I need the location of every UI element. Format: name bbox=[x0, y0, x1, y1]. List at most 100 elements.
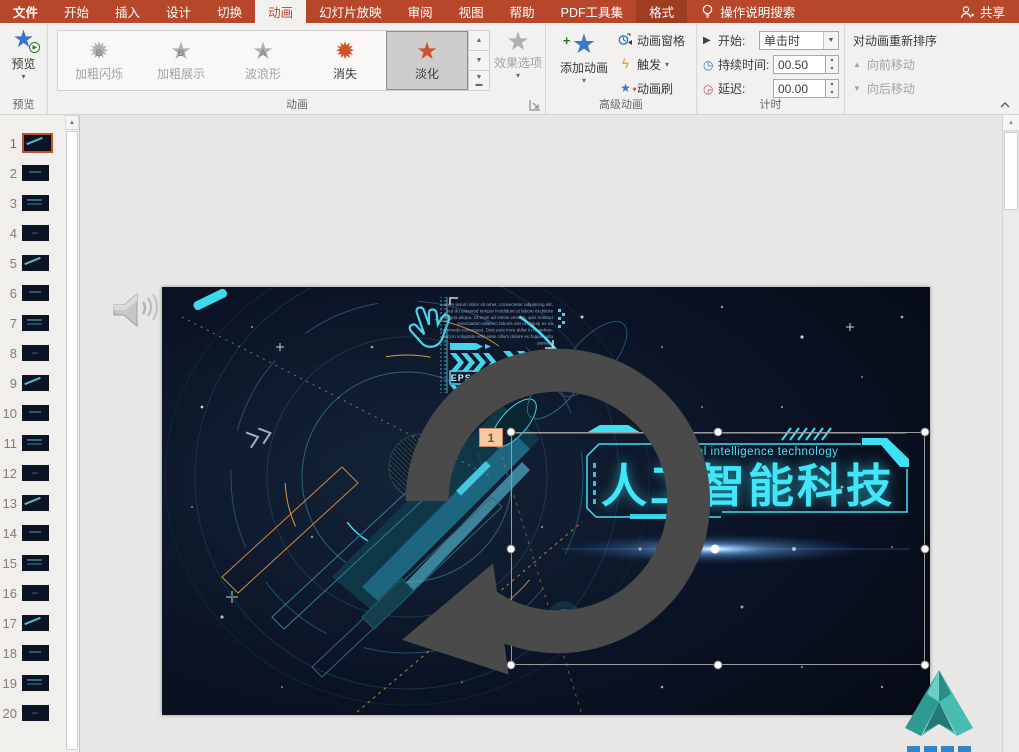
slide-number: 7 bbox=[3, 316, 17, 331]
chevron-down-icon: ▾ bbox=[582, 77, 586, 85]
slide-number: 2 bbox=[3, 166, 17, 181]
ribbon-tab[interactable]: 幻灯片放映 bbox=[306, 0, 395, 23]
preview-button[interactable]: ★ ▶ 预览 ▾ bbox=[0, 23, 47, 81]
slide-thumbnail[interactable] bbox=[22, 225, 49, 241]
move-earlier-button[interactable]: ▲ 向前移动 bbox=[853, 56, 915, 73]
duration-spinner[interactable]: ▲▼ bbox=[826, 55, 839, 74]
duration-label: 持续时间: bbox=[718, 56, 769, 73]
slide-thumbnail-panel: 1234567891011121314151617181920 ▲ bbox=[0, 115, 80, 752]
dialog-launcher-button[interactable] bbox=[529, 99, 541, 111]
scroll-up-button[interactable]: ▲ bbox=[65, 115, 79, 130]
slide-thumbnail[interactable] bbox=[22, 645, 49, 661]
triangle-down-icon: ▼ bbox=[853, 84, 861, 93]
gallery-item[interactable]: ✹B加粗闪烁 bbox=[58, 31, 140, 90]
slide-thumbnail[interactable] bbox=[22, 555, 49, 571]
slide-thumbnail[interactable] bbox=[22, 675, 49, 691]
slide-number: 16 bbox=[3, 586, 17, 601]
gallery-item[interactable]: ★淡化 bbox=[386, 31, 468, 90]
slide-thumbnail[interactable] bbox=[22, 435, 49, 451]
slide-thumbnail[interactable] bbox=[22, 285, 49, 301]
ribbon-tab[interactable]: 视图 bbox=[446, 0, 497, 23]
animation-painter-icon: ★✦ bbox=[618, 81, 633, 95]
slide-thumbnail[interactable] bbox=[22, 315, 49, 331]
slide-thumbnail[interactable] bbox=[22, 345, 49, 361]
ribbon-tab[interactable]: 格式 bbox=[636, 0, 687, 23]
ribbon-tab[interactable]: 插入 bbox=[102, 0, 153, 23]
vertical-scrollbar[interactable]: ▲ bbox=[1002, 115, 1019, 752]
ribbon-tab[interactable]: 动画 bbox=[255, 0, 306, 23]
slide-thumbnail[interactable] bbox=[22, 495, 49, 511]
scrollbar-thumb[interactable] bbox=[66, 131, 78, 750]
preview-star-icon: ★ ▶ bbox=[13, 28, 35, 52]
ribbon-tab[interactable]: 开始 bbox=[51, 0, 102, 23]
start-label: 开始: bbox=[718, 32, 745, 49]
gallery-more-button[interactable]: ▼▬ bbox=[469, 71, 489, 90]
play-icon: ▶ bbox=[29, 42, 40, 53]
slide-number: 19 bbox=[3, 676, 17, 691]
gallery-item[interactable]: ✹消失 bbox=[304, 31, 386, 90]
lightning-icon: ϟ bbox=[618, 57, 633, 71]
editing-canvas: Lorem ipsum dolor sit amet, consectetur … bbox=[80, 115, 1002, 752]
gallery-item-label: 淡化 bbox=[415, 65, 439, 82]
slide-number: 3 bbox=[3, 196, 17, 211]
ribbon-tab[interactable]: PDF工具集 bbox=[548, 0, 637, 23]
person-plus-icon bbox=[960, 5, 975, 19]
slide-thumbnail[interactable] bbox=[22, 133, 53, 153]
star-icon: ★ bbox=[416, 39, 438, 65]
gallery-item[interactable]: ★B加粗展示 bbox=[140, 31, 222, 90]
start-dropdown[interactable]: 单击时 ▼ bbox=[759, 31, 839, 50]
speaker-icon[interactable] bbox=[110, 289, 160, 333]
slide-thumbnail[interactable] bbox=[22, 165, 49, 181]
slide-thumbnail[interactable] bbox=[22, 375, 49, 391]
gallery-scroll-up-button[interactable]: ▲ bbox=[469, 31, 489, 51]
ribbon-tab-bar: 文件开始插入设计切换动画幻灯片放映审阅视图帮助PDF工具集格式 操作说明搜索 共… bbox=[0, 0, 1019, 23]
trigger-button[interactable]: ϟ 触发 ▾ bbox=[618, 53, 669, 75]
animation-gallery: ✹B加粗闪烁★B加粗展示★A波浪形✹消失★淡化 ▲ ▼ ▼▬ bbox=[57, 30, 490, 91]
add-animation-star-icon: ★ + bbox=[572, 32, 596, 56]
slide-thumbnail[interactable] bbox=[22, 405, 49, 421]
ribbon-tab[interactable]: 帮助 bbox=[497, 0, 548, 23]
star-icon: ★A bbox=[252, 39, 274, 65]
slide-thumbnail[interactable] bbox=[22, 615, 49, 631]
delay-value: 00.00 bbox=[778, 82, 808, 96]
timing-group-label: 计时 bbox=[697, 96, 844, 112]
ribbon-tabs: 文件开始插入设计切换动画幻灯片放映审阅视图帮助PDF工具集格式 bbox=[0, 0, 687, 23]
animation-group: ✹B加粗闪烁★B加粗展示★A波浪形✹消失★淡化 ▲ ▼ ▼▬ ★ 效果选项 ▾ … bbox=[49, 23, 546, 114]
ribbon-tab[interactable]: 审阅 bbox=[395, 0, 446, 23]
tell-me-search[interactable]: 操作说明搜索 bbox=[701, 0, 795, 23]
slide-number: 18 bbox=[3, 646, 17, 661]
slide-thumbnail[interactable] bbox=[22, 195, 49, 211]
animation-pane-icon bbox=[618, 33, 633, 47]
ribbon-tab[interactable]: 切换 bbox=[204, 0, 255, 23]
chevron-down-icon: ▾ bbox=[665, 61, 669, 69]
effect-options-button[interactable]: ★ 效果选项 ▾ bbox=[492, 28, 544, 80]
start-value: 单击时 bbox=[760, 32, 823, 49]
duration-input[interactable]: 00.50 bbox=[773, 55, 826, 74]
slide-thumbnail[interactable] bbox=[22, 525, 49, 541]
gallery-item[interactable]: ★A波浪形 bbox=[222, 31, 304, 90]
advanced-animation-group: ★ + 添加动画 ▾ 动画窗格 ϟ 触发 ▾ bbox=[546, 23, 697, 114]
animation-pane-button[interactable]: 动画窗格 bbox=[618, 29, 685, 51]
gallery-scroll-down-button[interactable]: ▼ bbox=[469, 51, 489, 71]
slide-editing-area[interactable]: Lorem ipsum dolor sit amet, consectetur … bbox=[162, 287, 930, 715]
slide-thumbnail[interactable] bbox=[22, 465, 49, 481]
scrollbar-thumb[interactable] bbox=[1004, 132, 1018, 210]
scroll-up-button[interactable]: ▲ bbox=[1003, 115, 1019, 131]
add-animation-button[interactable]: ★ + 添加动画 ▾ bbox=[552, 27, 616, 85]
slide-thumbnail[interactable] bbox=[22, 255, 49, 271]
thumbnail-scrollbar[interactable]: ▲ bbox=[65, 115, 79, 752]
ribbon-tab[interactable]: 文件 bbox=[0, 0, 51, 23]
slide-thumbnail[interactable] bbox=[22, 705, 49, 721]
collapse-ribbon-button[interactable] bbox=[999, 100, 1011, 110]
triangle-up-icon: ▲ bbox=[853, 60, 861, 69]
animation-order-badge[interactable]: 1 bbox=[479, 428, 503, 447]
star-icon: ★B bbox=[170, 39, 192, 65]
ribbon-tab[interactable]: 设计 bbox=[153, 0, 204, 23]
chevron-down-icon[interactable]: ▼ bbox=[823, 32, 838, 49]
slide-thumbnail[interactable] bbox=[22, 585, 49, 601]
start-icon: ▶ bbox=[703, 35, 718, 46]
slide-number: 20 bbox=[3, 706, 17, 721]
rotate-handle[interactable] bbox=[162, 287, 930, 715]
share-button[interactable]: 共享 bbox=[960, 0, 1019, 23]
move-later-button[interactable]: ▼ 向后移动 bbox=[853, 80, 915, 97]
